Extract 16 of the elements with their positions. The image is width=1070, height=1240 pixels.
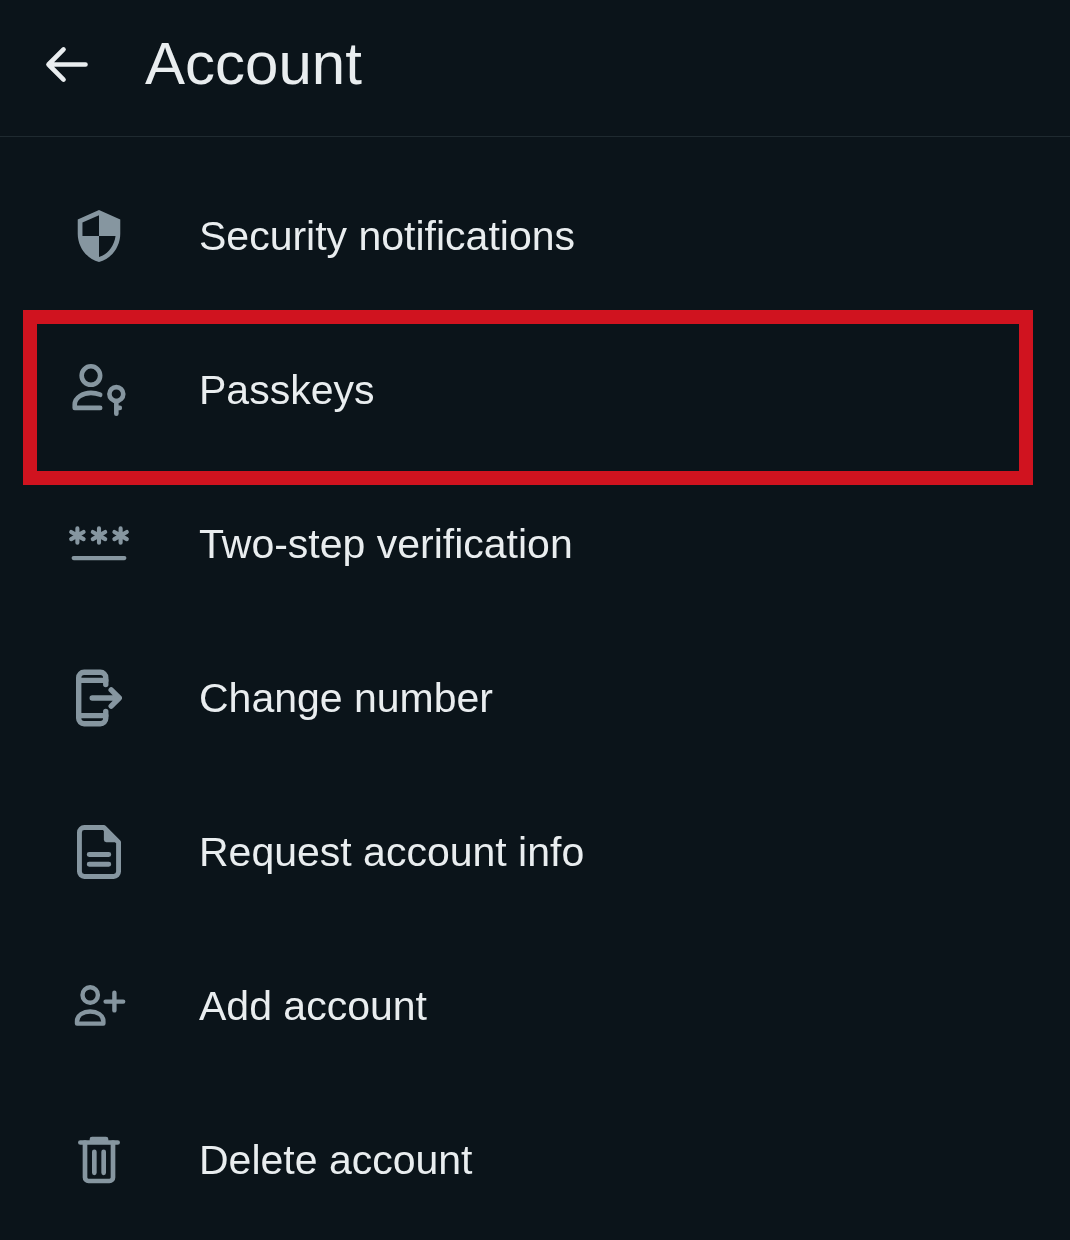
- phone-arrow-icon: [76, 669, 122, 727]
- page-title: Account: [145, 34, 362, 94]
- settings-item[interactable]: Request account info: [0, 775, 1070, 929]
- document-icon: [77, 824, 121, 880]
- settings-item[interactable]: Delete account: [0, 1083, 1070, 1237]
- asterisks-icon: [68, 526, 130, 562]
- trash-icon: [78, 1135, 120, 1185]
- back-arrow-icon: [45, 45, 89, 83]
- back-button[interactable]: [45, 45, 89, 83]
- person-key-icon: [72, 364, 126, 416]
- settings-item[interactable]: Security notifications: [0, 159, 1070, 313]
- shield-icon: [77, 210, 121, 262]
- settings-item[interactable]: Add account: [0, 929, 1070, 1083]
- settings-item[interactable]: Change number: [0, 621, 1070, 775]
- settings-item[interactable]: Passkeys: [0, 313, 1070, 467]
- settings-item[interactable]: Two-step verification: [0, 467, 1070, 621]
